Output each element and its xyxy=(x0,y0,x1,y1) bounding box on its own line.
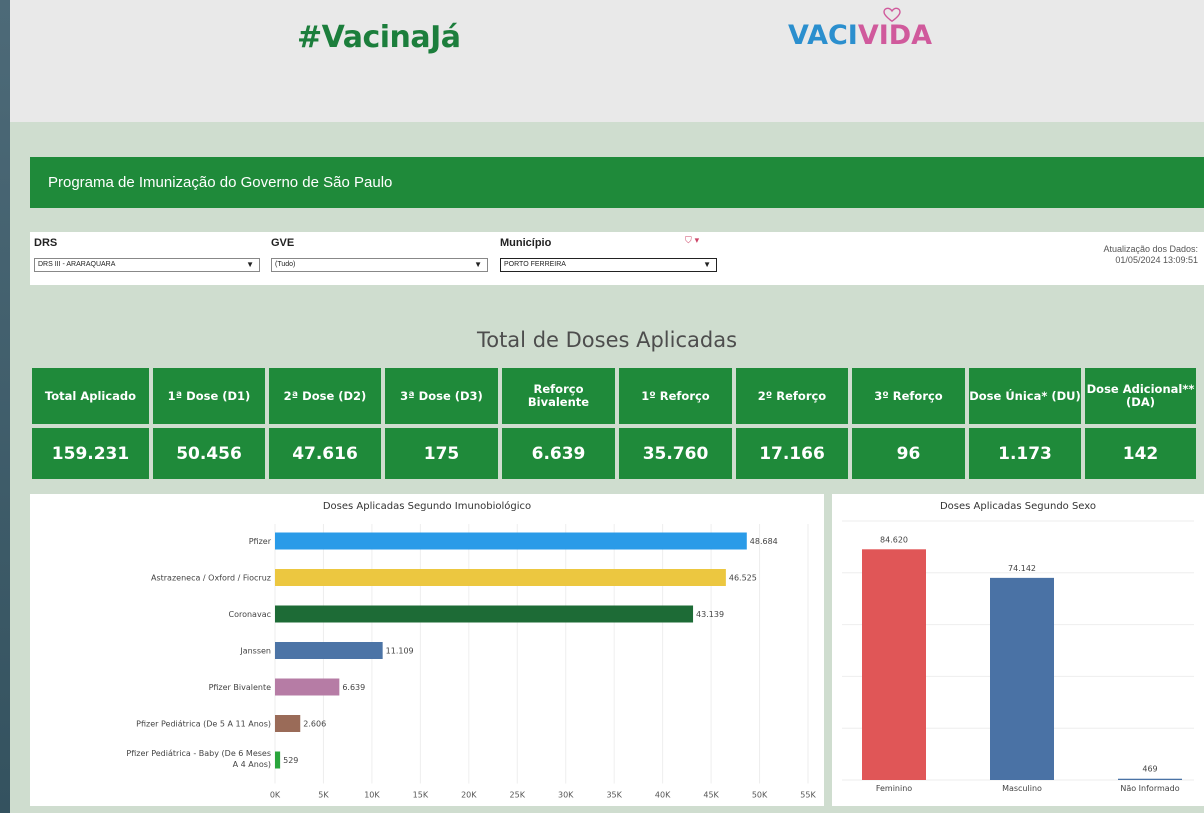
x-tick-label: 35K xyxy=(606,791,622,800)
kpi-value: 159.231 xyxy=(32,428,149,479)
heart-icon xyxy=(883,7,901,23)
kpi-label: 1ª Dose (D1) xyxy=(153,368,265,424)
chart-imunobiologico-title: Doses Aplicadas Segundo Imunobiológico xyxy=(322,501,532,512)
x-tick-label: 15K xyxy=(413,791,429,800)
municipio-value: PORTO FERREIRA xyxy=(504,261,566,268)
bar-value-label: 43.139 xyxy=(696,610,724,619)
chart-imunobiologico: 0K 5K 10K 15K 20K 25K 30K 35K 40K 45K 50K 55K Pfizer… xyxy=(126,524,816,800)
bar xyxy=(275,532,747,550)
kpi-label: 3º Reforço xyxy=(852,368,965,424)
gve-value: (Tudo) xyxy=(275,261,296,268)
x-tick-label: 5K xyxy=(318,791,329,800)
banner-title: Programa de Imunização do Governo de São… xyxy=(48,174,393,191)
kpi-value: 47.616 xyxy=(269,428,381,479)
category-label: Feminino xyxy=(876,784,912,793)
x-tick-label: 45K xyxy=(703,791,719,800)
kpi-value: 35.760 xyxy=(619,428,732,479)
municipio-select[interactable]: PORTO FERREIRA ▼ xyxy=(500,258,717,272)
kpi-value: 142 xyxy=(1085,428,1196,479)
gve-label: GVE xyxy=(271,237,295,249)
kpi-label: 2º Reforço xyxy=(736,368,848,424)
bar-value-label: 46.525 xyxy=(729,574,757,583)
bar xyxy=(275,715,301,732)
kpi-value: 50.456 xyxy=(153,428,265,479)
chevron-down-icon: ▼ xyxy=(474,260,482,269)
bar-value-label: 6.639 xyxy=(342,683,365,692)
logo-part-vida: VIDA xyxy=(857,20,933,51)
dashboard-frame: #VacinaJá VACIVIDA Programa de Imunizaçã… xyxy=(10,0,1204,813)
bar xyxy=(275,569,726,586)
chart-imunobiologico-panel: Doses Aplicadas Segundo Imunobiológico 0… xyxy=(30,494,824,806)
kpi-value: 96 xyxy=(852,428,965,479)
kpi-label: Total Aplicado xyxy=(32,368,149,424)
bar xyxy=(275,642,383,659)
bar-value-label: 74.142 xyxy=(1008,564,1036,573)
kpi-label: 1º Reforço xyxy=(619,368,732,424)
bar xyxy=(1118,778,1182,780)
category-label: Coronavac xyxy=(229,610,272,619)
category-label: Pfizer xyxy=(249,537,272,546)
category-label: A 4 Anos) xyxy=(233,760,271,769)
category-label: Pfizer Pediátrica - Baby (De 6 Meses xyxy=(126,749,271,758)
x-tick-label: 20K xyxy=(461,791,477,800)
chart-sexo: 84.620 Feminino 74.142 Masculino 469 Não Info… xyxy=(842,520,1194,793)
gve-select[interactable]: (Tudo) ▼ xyxy=(271,258,488,272)
kpi-label: Dose Adicional** (DA) xyxy=(1085,368,1196,424)
kpi-value: 175 xyxy=(385,428,498,479)
kpi-label: Reforço Bivalente xyxy=(502,368,615,424)
bar-value-label: 84.620 xyxy=(880,535,908,544)
logo-part-vaci: VACI xyxy=(788,20,858,51)
x-tick-label: 30K xyxy=(558,791,574,800)
chart-sexo-title: Doses Aplicadas Segundo Sexo xyxy=(939,501,1097,512)
total-doses-title: Total de Doses Aplicadas xyxy=(476,328,738,352)
bar xyxy=(275,605,694,623)
x-tick-label: 40K xyxy=(655,791,671,800)
update-info: Atualização dos Dados: 01/05/2024 13:09:… xyxy=(1103,244,1198,266)
bar xyxy=(862,549,926,780)
kpi-value: 1.173 xyxy=(969,428,1081,479)
filter-bar: DRS DRS III - ARARAQUARA ▼ GVE (Tudo) ▼ … xyxy=(30,232,1204,285)
update-value: 01/05/2024 13:09:51 xyxy=(1115,255,1198,265)
category-label: Não Informado xyxy=(1120,784,1179,793)
kpi-value: 6.639 xyxy=(502,428,615,479)
hashtag-title: #VacinaJá xyxy=(297,20,461,55)
bar xyxy=(990,577,1054,780)
bar-value-label: 2.606 xyxy=(303,720,326,729)
kpi-value: 17.166 xyxy=(736,428,848,479)
drs-label: DRS xyxy=(34,237,58,249)
kpi-label: Dose Única* (DU) xyxy=(969,368,1081,424)
drs-value: DRS III - ARARAQUARA xyxy=(38,261,116,268)
x-tick-label: 50K xyxy=(752,791,768,800)
top-header: #VacinaJá VACIVIDA xyxy=(10,0,1204,122)
bar xyxy=(275,751,281,769)
chevron-down-icon: ▼ xyxy=(703,260,711,269)
bar xyxy=(275,678,340,696)
kpi-label: 2ª Dose (D2) xyxy=(269,368,381,424)
x-tick-label: 25K xyxy=(510,791,526,800)
category-label: Pfizer Pediátrica (De 5 A 11 Anos) xyxy=(136,720,271,729)
chart-sexo-panel: Doses Aplicadas Segundo Sexo 84.620 Femin… xyxy=(832,494,1204,806)
category-label: Masculino xyxy=(1002,784,1042,793)
filter-icon[interactable]: ⛉ ▾ xyxy=(685,236,699,246)
category-label: Pfizer Bivalente xyxy=(209,683,272,692)
bar-value-label: 469 xyxy=(1142,765,1157,774)
municipio-label: Município xyxy=(500,237,552,249)
drs-select[interactable]: DRS III - ARARAQUARA ▼ xyxy=(34,258,260,272)
program-banner: Programa de Imunização do Governo de São… xyxy=(30,157,1204,208)
x-tick-label: 55K xyxy=(800,791,816,800)
x-tick-label: 0K xyxy=(270,791,281,800)
bar-value-label: 11.109 xyxy=(386,647,414,656)
x-tick-label: 10K xyxy=(364,791,380,800)
category-label: Janssen xyxy=(239,647,271,656)
chevron-down-icon: ▼ xyxy=(246,260,254,269)
bar-value-label: 48.684 xyxy=(750,537,778,546)
vacivida-logo: VACIVIDA xyxy=(788,20,932,51)
category-label: Astrazeneca / Oxford / Fiocruz xyxy=(151,574,271,583)
update-label: Atualização dos Dados: xyxy=(1103,244,1198,254)
bar-value-label: 529 xyxy=(283,756,298,765)
kpi-label: 3ª Dose (D3) xyxy=(385,368,498,424)
